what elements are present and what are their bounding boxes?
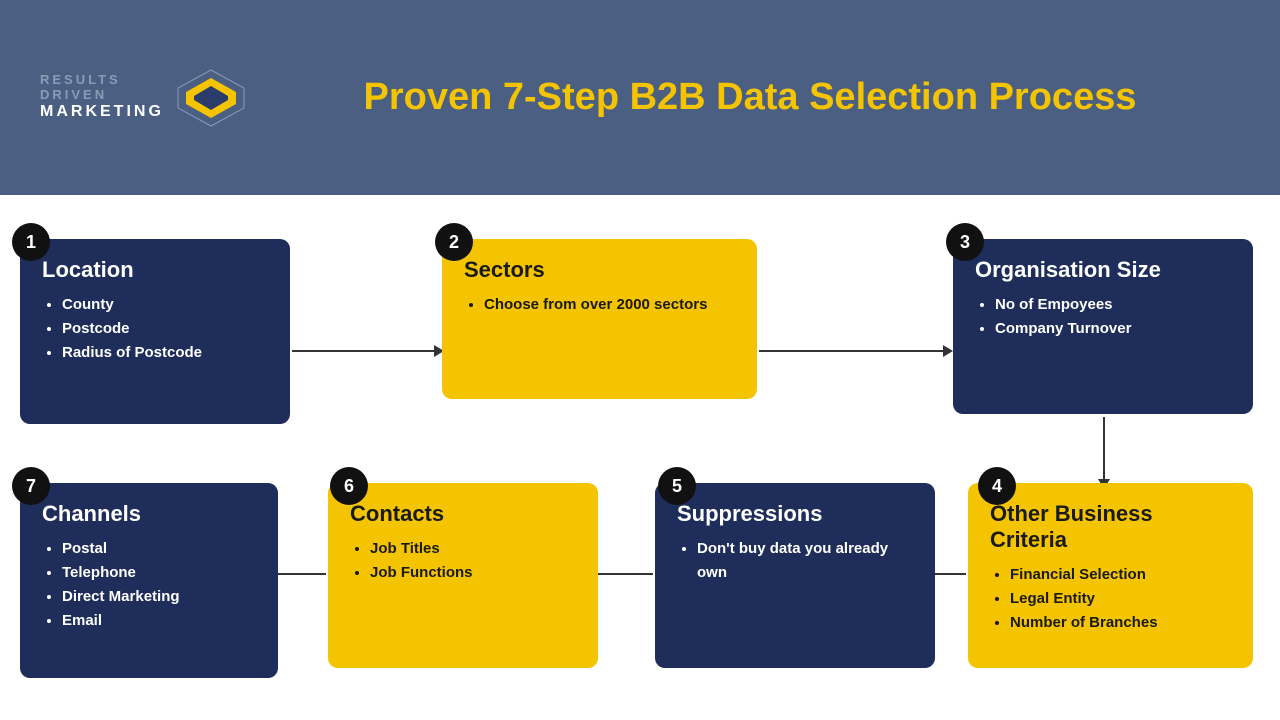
step-circle-2: 2: [435, 223, 473, 261]
header: RESULTS DRIVEN MARKETING Proven 7-Step B…: [0, 0, 1280, 195]
card-suppressions: Suppressions Don't buy data you already …: [655, 483, 935, 668]
list-item: Number of Branches: [1010, 611, 1231, 635]
card-org-size: Organisation Size No of Empoyees Company…: [953, 239, 1253, 414]
card-sectors-list: Choose from over 2000 sectors: [464, 293, 735, 317]
card-other-biz: Other Business Criteria Financial Select…: [968, 483, 1253, 668]
logo-line2: DRIVEN: [40, 88, 164, 103]
list-item: Email: [62, 609, 256, 633]
list-item: Choose from over 2000 sectors: [484, 293, 735, 317]
arrow-2-3: [759, 350, 951, 352]
step-circle-7: 7: [12, 467, 50, 505]
card-contacts-list: Job Titles Job Functions: [350, 537, 576, 585]
list-item: Don't buy data you already own: [697, 537, 913, 585]
card-contacts-title: Contacts: [350, 501, 576, 527]
list-item: No of Empoyees: [995, 293, 1231, 317]
card-sectors: Sectors Choose from over 2000 sectors: [442, 239, 757, 399]
list-item: County: [62, 293, 268, 317]
list-item: Postal: [62, 537, 256, 561]
card-org-size-list: No of Empoyees Company Turnover: [975, 293, 1231, 341]
step-circle-6: 6: [330, 467, 368, 505]
logo-line3: MARKETING: [40, 103, 164, 121]
card-other-biz-list: Financial Selection Legal Entity Number …: [990, 563, 1231, 635]
list-item: Job Functions: [370, 561, 576, 585]
card-location-title: Location: [42, 257, 268, 283]
card-suppressions-list: Don't buy data you already own: [677, 537, 913, 585]
list-item: Radius of Postcode: [62, 341, 268, 365]
list-item: Job Titles: [370, 537, 576, 561]
page-title: Proven 7-Step B2B Data Selection Process: [320, 76, 1240, 119]
step-circle-5: 5: [658, 467, 696, 505]
arrow-3-4: [1103, 417, 1105, 487]
card-sectors-title: Sectors: [464, 257, 735, 283]
card-channels: Channels Postal Telephone Direct Marketi…: [20, 483, 278, 678]
list-item: Company Turnover: [995, 317, 1231, 341]
list-item: Telephone: [62, 561, 256, 585]
logo-text: RESULTS DRIVEN MARKETING: [40, 73, 164, 121]
card-suppressions-title: Suppressions: [677, 501, 913, 527]
arrow-1-2: [292, 350, 442, 352]
logo-area: RESULTS DRIVEN MARKETING: [40, 68, 320, 128]
logo-line1: RESULTS: [40, 73, 164, 88]
card-org-size-title: Organisation Size: [975, 257, 1231, 283]
card-channels-title: Channels: [42, 501, 256, 527]
list-item: Financial Selection: [1010, 563, 1231, 587]
list-item: Legal Entity: [1010, 587, 1231, 611]
list-item: Postcode: [62, 317, 268, 341]
card-location: Location County Postcode Radius of Postc…: [20, 239, 290, 424]
card-channels-list: Postal Telephone Direct Marketing Email: [42, 537, 256, 633]
list-item: Direct Marketing: [62, 585, 256, 609]
main-diagram: 1 Location County Postcode Radius of Pos…: [0, 195, 1280, 720]
card-location-list: County Postcode Radius of Postcode: [42, 293, 268, 365]
step-circle-3: 3: [946, 223, 984, 261]
card-other-biz-title: Other Business Criteria: [990, 501, 1231, 553]
logo-icon: [176, 68, 246, 128]
card-contacts: Contacts Job Titles Job Functions: [328, 483, 598, 668]
step-circle-1: 1: [12, 223, 50, 261]
step-circle-4: 4: [978, 467, 1016, 505]
